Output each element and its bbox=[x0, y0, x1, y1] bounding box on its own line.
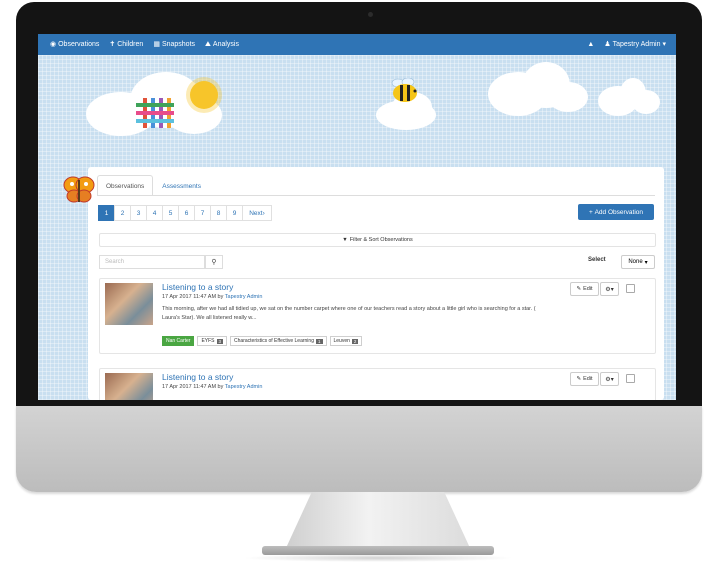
nav-children-label: Children bbox=[117, 41, 144, 48]
child-icon: ✝ bbox=[109, 41, 116, 48]
add-observation-label: Add Observation bbox=[594, 208, 644, 216]
observation-body: This morning, after we had all tidied up… bbox=[162, 306, 536, 321]
framework-tag-count: 3 bbox=[216, 338, 224, 344]
monitor-chin bbox=[16, 406, 702, 492]
chevron-down-icon: ▾ bbox=[610, 376, 614, 383]
page-button[interactable]: 1 bbox=[98, 205, 115, 221]
page-button[interactable]: 5 bbox=[162, 205, 179, 221]
page-button[interactable]: 7 bbox=[194, 205, 211, 221]
logo-icon bbox=[136, 98, 174, 128]
framework-tag[interactable]: Characteristics of Effective Learning 1 bbox=[230, 336, 327, 346]
child-tag-label: Nan Carter bbox=[166, 338, 191, 344]
filter-sort-label: Filter & Sort Observations bbox=[349, 237, 413, 243]
page-button[interactable]: 3 bbox=[130, 205, 147, 221]
nav-analysis-label: Analysis bbox=[212, 41, 239, 48]
observation-meta: 17 Apr 2017 11:47 AM by Tapestry Admin bbox=[162, 294, 262, 300]
pencil-icon: ✎ bbox=[576, 286, 582, 292]
search-input[interactable]: Search bbox=[99, 255, 205, 269]
user-name: Tapestry Admin bbox=[612, 41, 661, 48]
user-menu[interactable]: ♟ Tapestry Admin ▾ bbox=[604, 41, 666, 48]
filter-sort-bar[interactable]: ▼ Filter & Sort Observations bbox=[99, 233, 656, 247]
plus-icon: + bbox=[588, 208, 593, 216]
tab-bar: Observations Assessments bbox=[97, 175, 210, 195]
main-panel: Observations Assessments 1 2 3 4 5 6 7 8… bbox=[88, 167, 664, 400]
add-observation-button[interactable]: + Add Observation bbox=[578, 204, 654, 220]
chart-icon: ⛰ bbox=[205, 41, 211, 48]
next-page-button[interactable]: Next › bbox=[242, 205, 272, 221]
cloud-decoration bbox=[632, 90, 660, 114]
pencil-icon: ✎ bbox=[576, 376, 582, 382]
user-icon: ♟ bbox=[604, 41, 611, 48]
bee-icon bbox=[391, 78, 417, 102]
snapshot-icon: ▦ bbox=[153, 41, 160, 48]
framework-tag-label: Leuven bbox=[333, 338, 350, 344]
edit-button[interactable]: ✎ Edit bbox=[570, 372, 599, 386]
options-button[interactable]: ⚙ ▾ bbox=[600, 372, 619, 386]
next-page-label: Next bbox=[249, 209, 263, 217]
observation-card: Listening to a story 17 Apr 2017 11:47 A… bbox=[99, 278, 656, 354]
page-button[interactable]: 4 bbox=[146, 205, 163, 221]
search-button[interactable]: ⚲ bbox=[205, 255, 223, 269]
observation-card: Listening to a story 17 Apr 2017 11:47 A… bbox=[99, 368, 656, 400]
observation-title[interactable]: Listening to a story bbox=[162, 372, 233, 382]
nav-right: ▲ ♟ Tapestry Admin ▾ bbox=[587, 41, 666, 48]
chevron-down-icon: ▾ bbox=[644, 259, 648, 266]
nav-observations-label: Observations bbox=[58, 41, 100, 48]
nav-snapshots[interactable]: ▦ Snapshots bbox=[153, 41, 195, 48]
chevron-down-icon: ▾ bbox=[662, 41, 666, 48]
framework-tag-count: 2 bbox=[351, 338, 359, 344]
top-navbar: ◉ Observations ✝ Children ▦ Snapshots ⛰ … bbox=[38, 34, 676, 55]
observation-date: 17 Apr 2017 11:47 AM by bbox=[162, 294, 225, 300]
bell-icon[interactable]: ▲ bbox=[587, 41, 594, 48]
edit-label: Edit bbox=[583, 376, 593, 382]
child-tag[interactable]: Nan Carter bbox=[162, 336, 195, 346]
select-dropdown[interactable]: None ▾ bbox=[621, 255, 655, 269]
framework-tag-count: 1 bbox=[315, 338, 323, 344]
page-button[interactable]: 9 bbox=[226, 205, 243, 221]
monitor-shadow bbox=[242, 554, 514, 562]
monitor-stand bbox=[286, 492, 470, 548]
filter-icon: ▼ bbox=[342, 237, 348, 243]
cloud-decoration bbox=[548, 82, 588, 112]
edit-button[interactable]: ✎ Edit bbox=[570, 282, 599, 296]
screen: ◉ Observations ✝ Children ▦ Snapshots ⛰ … bbox=[38, 34, 676, 400]
select-checkbox[interactable] bbox=[626, 284, 635, 293]
observation-title[interactable]: Listening to a story bbox=[162, 282, 233, 292]
options-button[interactable]: ⚙ ▾ bbox=[600, 282, 619, 296]
observation-author[interactable]: Tapestry Admin bbox=[225, 294, 263, 300]
search-icon: ⚲ bbox=[211, 259, 217, 266]
observation-date: 17 Apr 2017 11:47 AM by bbox=[162, 384, 225, 390]
eye-icon: ◉ bbox=[50, 41, 57, 48]
nav-children[interactable]: ✝ Children bbox=[109, 41, 143, 48]
butterfly-icon bbox=[63, 176, 95, 203]
framework-tag-label: EYFS bbox=[201, 338, 215, 344]
nav-analysis[interactable]: ⛰ Analysis bbox=[205, 41, 239, 48]
observation-meta: 17 Apr 2017 11:47 AM by Tapestry Admin bbox=[162, 384, 262, 390]
sun-decoration bbox=[190, 81, 218, 109]
tab-observations[interactable]: Observations bbox=[97, 175, 154, 195]
select-label: Select bbox=[588, 257, 606, 263]
observation-author[interactable]: Tapestry Admin bbox=[225, 384, 263, 390]
observation-thumbnail[interactable] bbox=[105, 373, 153, 400]
framework-tag[interactable]: Leuven 2 bbox=[329, 336, 363, 346]
chevron-down-icon: ▾ bbox=[610, 286, 614, 293]
observation-thumbnail[interactable] bbox=[105, 283, 153, 325]
nav-observations[interactable]: ◉ Observations bbox=[50, 41, 99, 48]
page-button[interactable]: 2 bbox=[114, 205, 131, 221]
nav-snapshots-label: Snapshots bbox=[161, 41, 196, 48]
edit-label: Edit bbox=[583, 286, 593, 292]
tab-assessments[interactable]: Assessments bbox=[153, 175, 210, 195]
pagination: 1 2 3 4 5 6 7 8 9 Next › bbox=[98, 205, 272, 221]
select-value: None bbox=[628, 259, 643, 265]
observation-tags: Nan Carter EYFS 3 Characteristics of Eff… bbox=[162, 336, 363, 346]
framework-tag[interactable]: EYFS 3 bbox=[197, 336, 228, 346]
tab-divider bbox=[97, 195, 655, 196]
chevron-right-icon: › bbox=[262, 209, 265, 217]
camera bbox=[368, 12, 373, 17]
select-checkbox[interactable] bbox=[626, 374, 635, 383]
page-button[interactable]: 6 bbox=[178, 205, 195, 221]
framework-tag-label: Characteristics of Effective Learning bbox=[234, 338, 314, 344]
page-button[interactable]: 8 bbox=[210, 205, 227, 221]
